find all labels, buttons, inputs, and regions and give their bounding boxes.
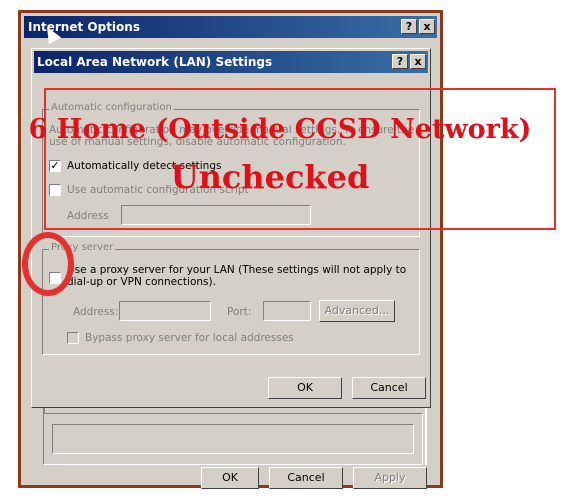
proxy-server-group: Proxy server Use a proxy server for your… [42,242,420,355]
internet-options-apply-button[interactable]: Apply [353,467,427,489]
use-proxy-label-1: Use a proxy server for your LAN (These s… [67,264,407,276]
bypass-checkbox[interactable] [67,332,79,344]
lan-settings-titlebar: Local Area Network (LAN) Settings ? x [34,51,428,73]
highlight-circle [22,232,74,296]
advanced-button[interactable]: Advanced... [319,300,395,322]
annotation-subtitle: Unchecked [170,158,370,196]
annotation-title: 6 Home (Outside CCSD Network) [28,114,532,145]
internet-options-cancel-button[interactable]: Cancel [269,467,343,489]
slide-frame: Internet Options ? x OK Cancel Apply Loc… [18,10,443,489]
lan-help-button[interactable]: ? [392,54,408,69]
help-button[interactable]: ? [401,19,417,34]
tab-panel-group [52,424,414,454]
proxy-address-label: Address: [73,306,119,318]
internet-options-ok-button[interactable]: OK [201,467,259,489]
use-proxy-label-2: dial-up or VPN connections). [67,276,216,288]
proxy-port-label: Port: [227,306,252,318]
lan-ok-button[interactable]: OK [268,377,342,399]
lan-settings-title: Local Area Network (LAN) Settings [37,55,273,69]
tab-panel [43,413,423,465]
internet-options-titlebar: Internet Options ? x [24,16,437,38]
close-button[interactable]: x [419,19,435,34]
proxy-port-field[interactable] [263,301,311,321]
lan-close-button[interactable]: x [410,54,426,69]
lan-cancel-button[interactable]: Cancel [352,377,426,399]
bypass-label: Bypass proxy server for local addresses [85,332,294,344]
proxy-address-field[interactable] [119,301,211,321]
